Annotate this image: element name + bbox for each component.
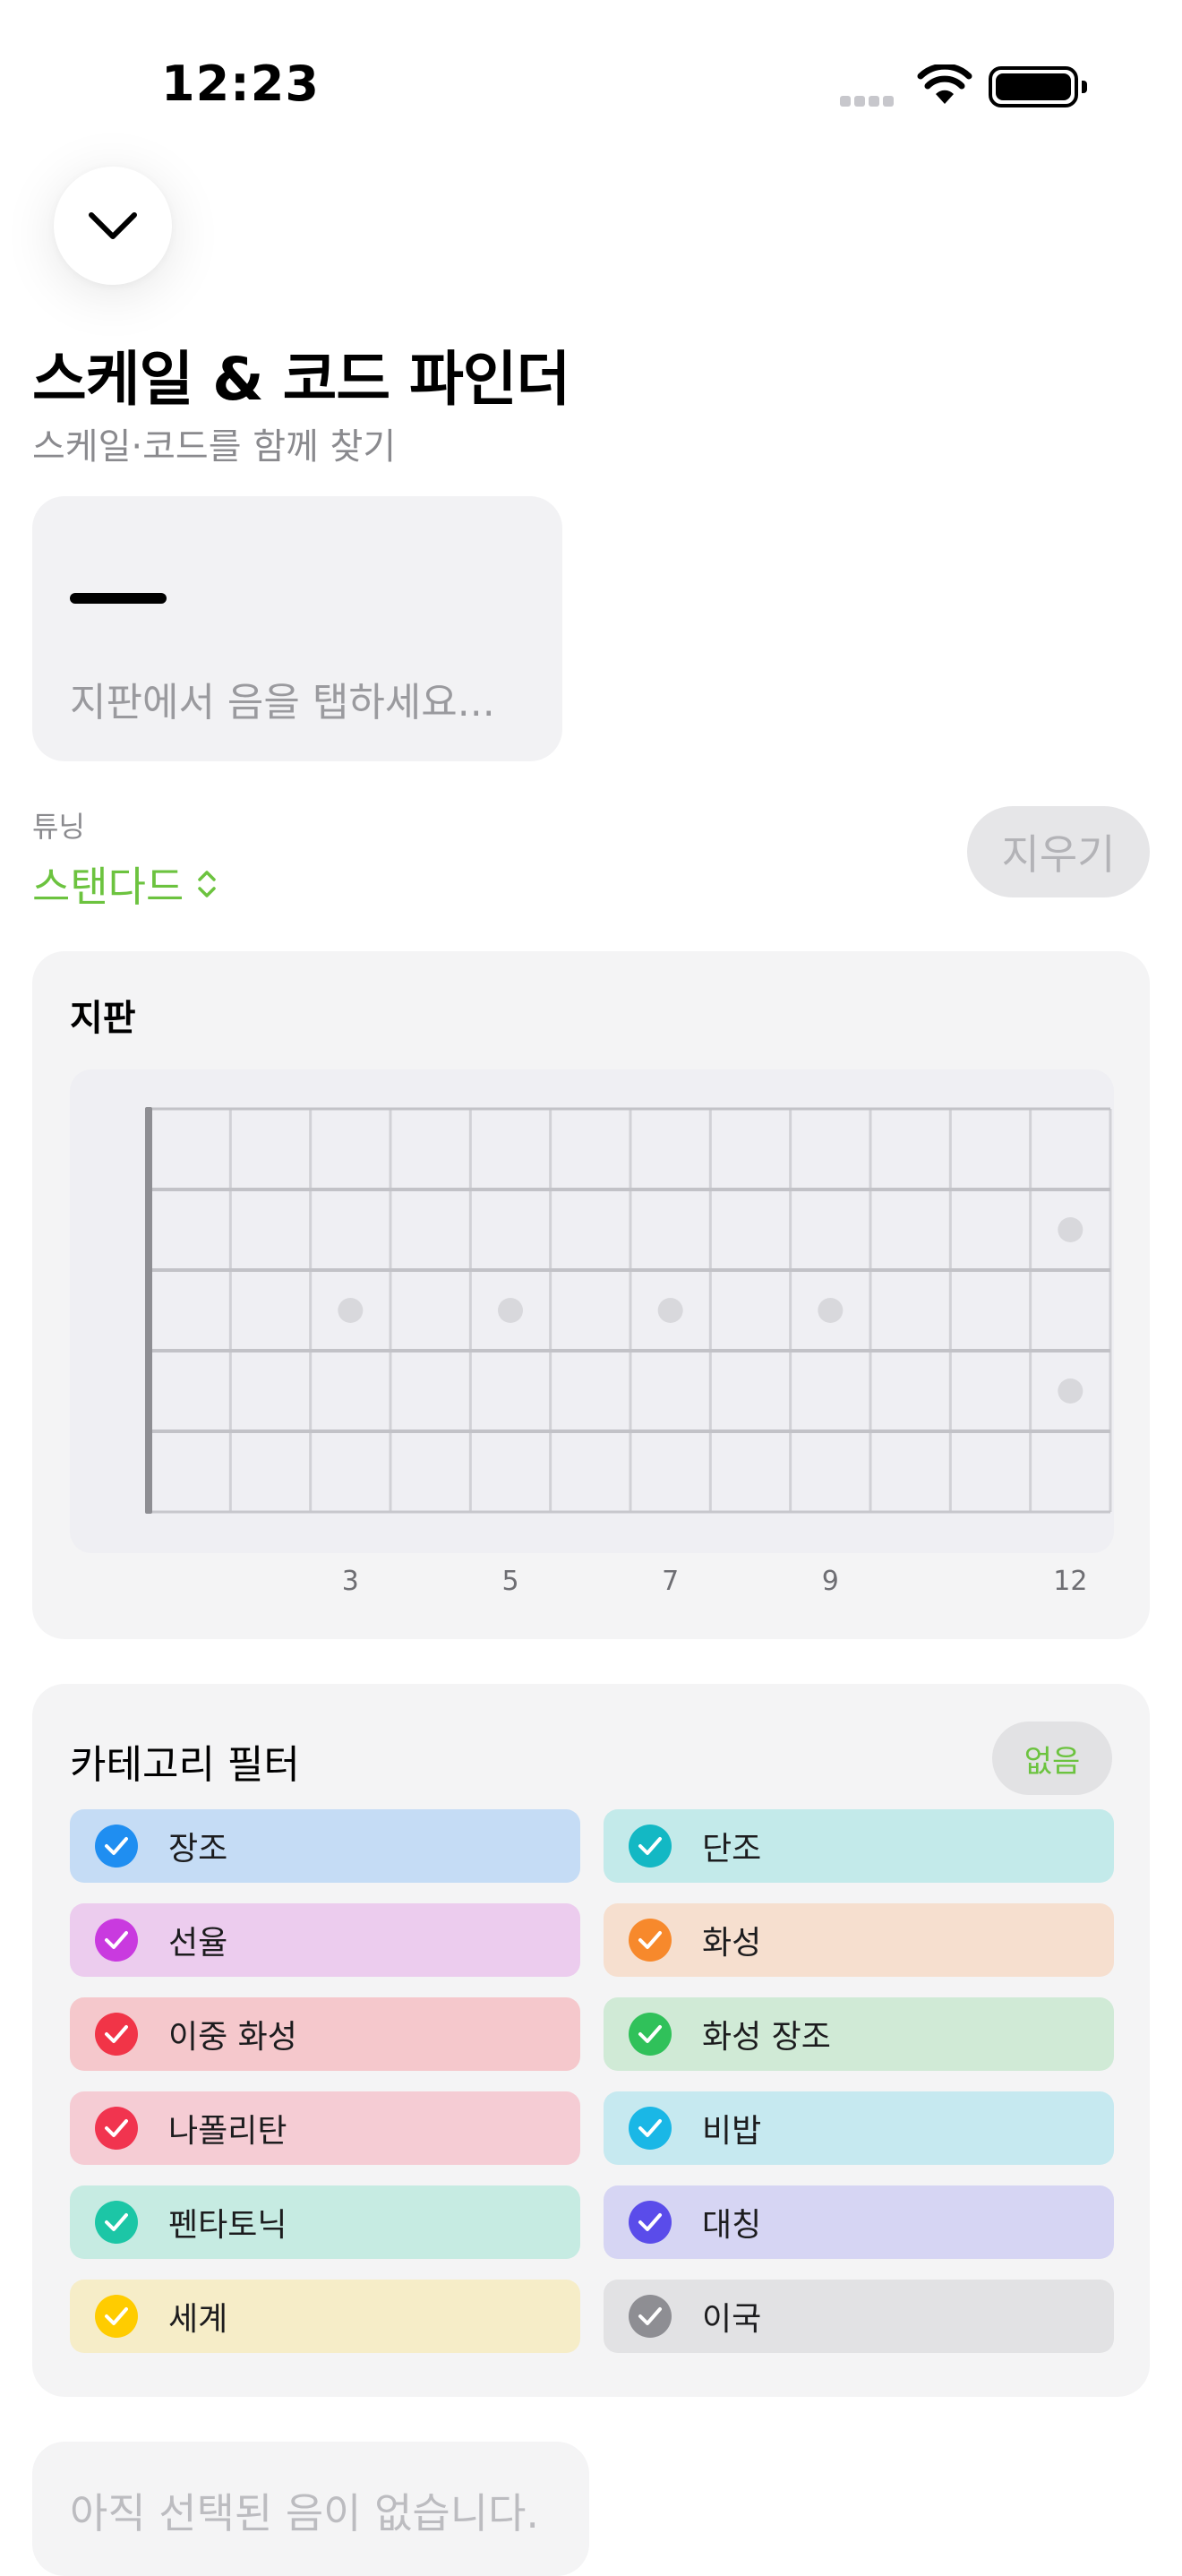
category-chip[interactable]: 비밥 (604, 2091, 1114, 2165)
empty-state-text: 아직 선택된 음이 없습니다. (70, 2489, 540, 2537)
page-subtitle: 스케일·코드를 함께 찾기 (32, 426, 397, 468)
category-chip-label: 화성 (702, 1925, 762, 1962)
category-chip-label: 세계 (168, 2301, 228, 2338)
chevron-down-icon (89, 212, 137, 239)
checkmark-icon (629, 2107, 672, 2150)
page-title: 스케일 & 코드 파인더 (32, 345, 570, 414)
fret-inlay-dot (657, 1298, 683, 1323)
status-time: 12:23 (161, 56, 320, 112)
checkmark-icon (95, 1919, 138, 1962)
category-chip-label: 화성 장조 (702, 2019, 831, 2056)
checkmark-icon (95, 2107, 138, 2150)
clear-button[interactable]: 지우기 (967, 806, 1150, 897)
category-chip-label: 비밥 (702, 2113, 762, 2150)
checkmark-icon (95, 2201, 138, 2244)
tuning-selector[interactable]: 스탠다드 (32, 854, 218, 914)
nut (145, 1107, 152, 1514)
fret-number-label: 5 (501, 1566, 519, 1597)
note-placeholder-dash (70, 593, 167, 604)
category-chip[interactable]: 이중 화성 (70, 1997, 580, 2071)
note-hint-text: 지판에서 음을 탭하세요... (70, 680, 495, 726)
category-chip[interactable]: 화성 장조 (604, 1997, 1114, 2071)
fret-number-label: 9 (821, 1566, 839, 1597)
collapse-button[interactable] (54, 167, 172, 285)
chevron-up-down-icon (198, 871, 217, 897)
fret-inlay-dot (1058, 1217, 1084, 1242)
select-none-button[interactable]: 없음 (992, 1722, 1112, 1795)
category-chip-label: 장조 (168, 1831, 228, 1868)
category-chip[interactable]: 대칭 (604, 2185, 1114, 2259)
category-chip[interactable]: 펜타토닉 (70, 2185, 580, 2259)
checkmark-icon (629, 1825, 672, 1868)
fret-number-label: 7 (662, 1566, 680, 1597)
category-chip[interactable]: 장조 (70, 1809, 580, 1883)
category-chip[interactable]: 세계 (70, 2280, 580, 2353)
category-chip-label: 단조 (702, 1831, 762, 1868)
fretboard-title: 지판 (70, 998, 136, 1039)
tuning-value: 스탠다드 (32, 863, 184, 911)
fret-inlay-dot (338, 1298, 364, 1323)
fret-inlay-dot (498, 1298, 523, 1323)
category-chip[interactable]: 이국 (604, 2280, 1114, 2353)
category-chip[interactable]: 선율 (70, 1903, 580, 1977)
checkmark-icon (629, 2295, 672, 2338)
category-chip[interactable]: 나폴리탄 (70, 2091, 580, 2165)
category-chip-label: 펜타토닉 (168, 2207, 287, 2244)
checkmark-icon (629, 2013, 672, 2056)
checkmark-icon (95, 1825, 138, 1868)
category-chip[interactable]: 단조 (604, 1809, 1114, 1883)
checkmark-icon (95, 2295, 138, 2338)
fret-number-label: 3 (341, 1566, 359, 1597)
checkmark-icon (629, 2201, 672, 2244)
checkmark-icon (95, 2013, 138, 2056)
fret-inlay-dot (1058, 1378, 1084, 1404)
wifi-icon (917, 63, 972, 109)
fret-number-label: 12 (1053, 1566, 1088, 1597)
fret-inlay-dot (818, 1298, 844, 1323)
category-filter-title: 카테고리 필터 (70, 1742, 300, 1788)
tuning-label: 튜닝 (32, 810, 85, 844)
category-chip-label: 대칭 (702, 2207, 762, 2244)
fretboard[interactable] (70, 1069, 1114, 1553)
category-chip-label: 나폴리탄 (168, 2113, 287, 2150)
category-chip-label: 이국 (702, 2301, 762, 2338)
category-chip-label: 선율 (168, 1925, 228, 1962)
cellular-signal-icon (840, 93, 897, 110)
category-chip-label: 이중 화성 (168, 2019, 297, 2056)
battery-icon (989, 66, 1087, 107)
checkmark-icon (629, 1919, 672, 1962)
category-chip[interactable]: 화성 (604, 1903, 1114, 1977)
